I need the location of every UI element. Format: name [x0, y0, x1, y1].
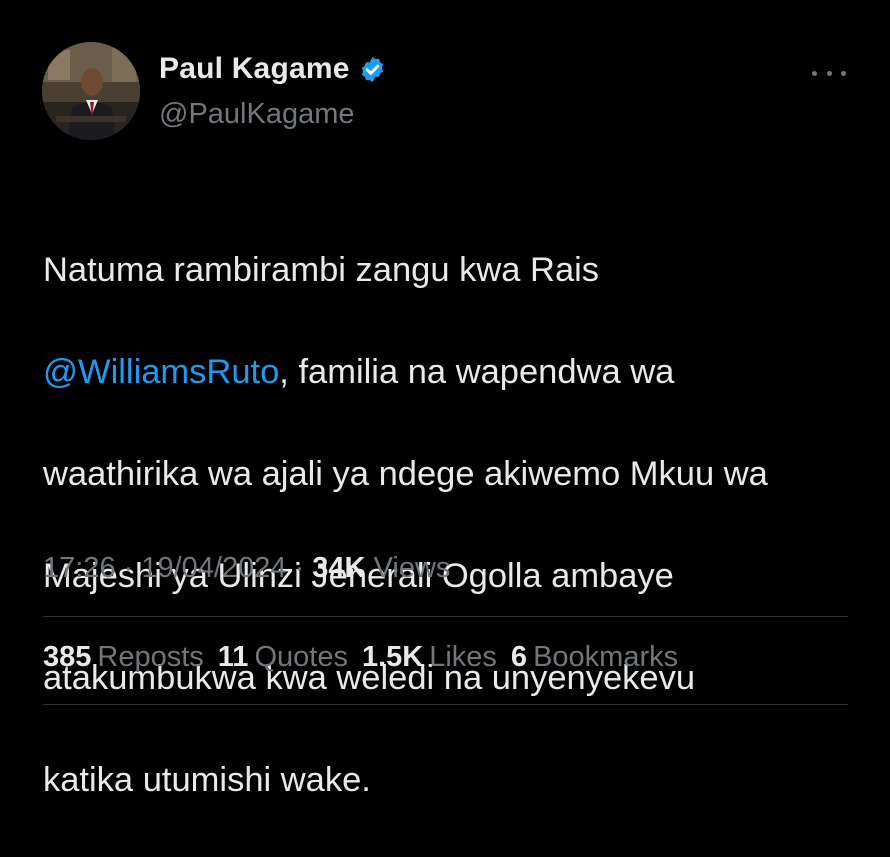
dot [826, 70, 832, 76]
text-segment: Natuma rambirambi zangu kwa Rais [43, 251, 600, 289]
likes-label: Likes [429, 641, 497, 673]
meta-separator: · [294, 552, 313, 584]
profile-photo [42, 42, 140, 140]
verified-badge-icon[interactable] [358, 55, 387, 84]
reposts-label: Reposts [97, 641, 204, 673]
tweet-date[interactable]: 19/04/2024 [141, 552, 286, 584]
dot [812, 70, 817, 76]
quotes-label: Quotes [254, 641, 348, 673]
tweet-meta: 17:26 · 19/04/2024 · 34K Views [43, 552, 450, 585]
divider [43, 616, 848, 617]
tweet-detail: Paul Kagame @PaulKagame Natuma rambiramb… [0, 0, 890, 799]
tweet-line: @WilliamsRuto, familia na wapendwa wa [43, 347, 853, 398]
avatar[interactable] [42, 42, 140, 140]
reposts-count: 385 [43, 641, 92, 673]
tweet-header: Paul Kagame @PaulKagame [42, 42, 852, 140]
divider [43, 704, 848, 705]
views-label[interactable]: Views [374, 552, 451, 584]
author-display-name[interactable]: Paul Kagame [159, 52, 350, 86]
likes-stat[interactable]: 1.5K Likes [362, 641, 497, 674]
dot [841, 70, 846, 76]
views-count[interactable]: 34K [312, 552, 365, 584]
bookmarks-stat[interactable]: 6 Bookmarks [511, 641, 678, 674]
bookmarks-label: Bookmarks [533, 641, 679, 673]
engagement-stats: 385 Reposts 11 Quotes 1.5K Likes 6 Bookmarks [43, 641, 692, 674]
tweet-line: katika utumishi wake. [43, 755, 853, 806]
author-handle[interactable]: @PaulKagame [159, 98, 355, 131]
quotes-stat[interactable]: 11 Quotes [218, 641, 348, 674]
text-segment: , familia na wapendwa wa [279, 353, 675, 391]
likes-count: 1.5K [361, 641, 424, 673]
text-segment: waathirika wa ajali ya ndege akiwemo Mku… [43, 455, 768, 493]
tweet-time[interactable]: 17:26 [43, 552, 116, 584]
reposts-stat[interactable]: 385 Reposts [43, 641, 204, 674]
meta-separator: · [123, 552, 142, 584]
author-name-row[interactable]: Paul Kagame [159, 52, 387, 86]
tweet-line: Natuma rambirambi zangu kwa Rais [43, 245, 853, 296]
tweet-line: waathirika wa ajali ya ndege akiwemo Mku… [43, 449, 853, 500]
text-segment: katika utumishi wake. [43, 761, 371, 799]
bookmarks-count: 6 [510, 641, 528, 673]
tweet-text: Natuma rambirambi zangu kwa Rais @Willia… [43, 194, 853, 857]
quotes-count: 11 [217, 641, 249, 673]
more-options-icon[interactable] [812, 66, 846, 80]
mention-link[interactable]: @WilliamsRuto [43, 353, 279, 391]
